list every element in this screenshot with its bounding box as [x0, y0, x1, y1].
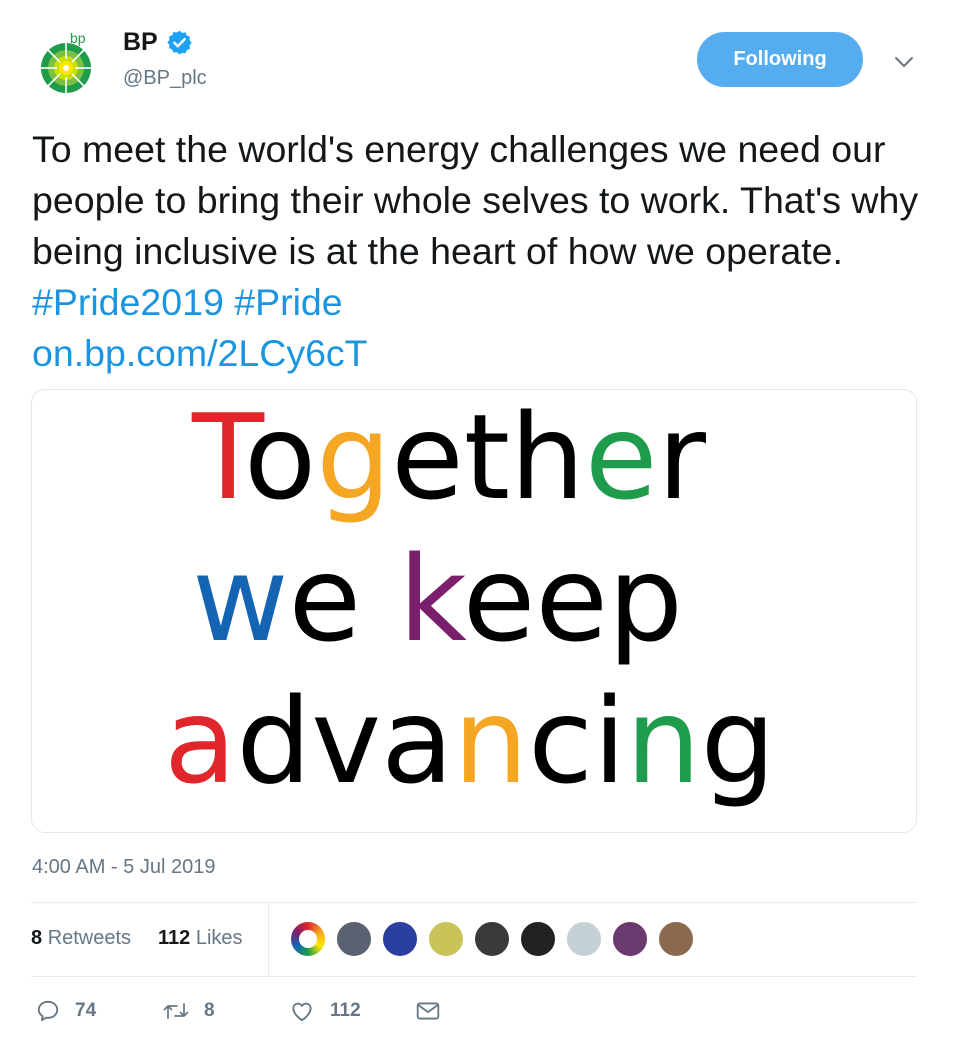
graphic-letter: w: [192, 530, 289, 668]
graphic-letter: g: [701, 672, 776, 810]
retweet-button[interactable]: 8: [162, 998, 215, 1024]
graphic-letter: h: [510, 390, 585, 526]
graphic-letter: p: [608, 530, 683, 668]
graphic-letter: r: [657, 390, 706, 526]
likes-label: Likes: [195, 927, 243, 949]
pride-graphic: Together we keep advancing: [164, 390, 776, 810]
eu-flag-avatar[interactable]: [381, 920, 419, 958]
retweets-count: 8: [31, 927, 43, 949]
tweet-actions: 74 8 112: [31, 990, 917, 1036]
graphic-letter: a: [164, 672, 236, 810]
retweet-icon: [163, 1003, 189, 1019]
tweet-header: bp BP @BP_plc Following: [0, 0, 962, 120]
graphic-letter: i: [593, 672, 626, 810]
like-count: 112: [330, 1000, 361, 1021]
tweet-body: To meet the world's energy challenges we…: [32, 128, 919, 272]
logo-text: bp: [70, 30, 86, 46]
rainbow-ring-avatar[interactable]: [289, 920, 327, 958]
tweet-stats: 8 Retweets 112 Likes: [31, 903, 917, 976]
graphic-letter: e: [289, 530, 362, 668]
crowd-avatar[interactable]: [611, 920, 649, 958]
retweet-count: 8: [204, 1000, 215, 1021]
default-avatar[interactable]: [565, 920, 603, 958]
graphic-letter: k: [399, 530, 467, 668]
retweets-stat[interactable]: 8 Retweets: [31, 927, 131, 950]
graphic-line-advancing: advancing: [164, 672, 776, 810]
divider: [31, 976, 917, 977]
reply-count: 74: [75, 1000, 97, 1021]
graphic-letter: e: [391, 390, 464, 526]
tweet-timestamp[interactable]: 4:00 AM - 5 Jul 2019: [32, 856, 215, 879]
graphic-letter: e: [535, 530, 608, 668]
display-name[interactable]: BP: [123, 28, 158, 57]
following-button[interactable]: Following: [697, 32, 863, 87]
graphic-letter: e: [585, 390, 658, 526]
graphic-letter: g: [316, 390, 391, 526]
graphic-letter: d: [236, 672, 311, 810]
graphic-letter: a: [381, 672, 453, 810]
like-button[interactable]: 112: [288, 998, 361, 1024]
graphic-letter: e: [463, 530, 536, 668]
bp-logo-avatar[interactable]: bp: [36, 28, 96, 94]
tweet-text: To meet the world's energy challenges we…: [32, 124, 932, 379]
heart-icon: [292, 1002, 312, 1022]
direct-message-button[interactable]: [414, 998, 442, 1024]
tweet-link[interactable]: on.bp.com/2LCy6cT: [32, 332, 368, 374]
user-handle[interactable]: @BP_plc: [123, 67, 207, 90]
graphic-letter: c: [528, 672, 593, 810]
chevron-down-icon[interactable]: [890, 50, 918, 74]
graphic-letter: o: [244, 390, 316, 526]
tweet-image[interactable]: Together we keep advancing: [31, 389, 917, 833]
envelope-icon: [416, 1002, 440, 1020]
graphic-line-we-keep: we keep: [192, 530, 683, 668]
couple-avatar[interactable]: [657, 920, 695, 958]
person-avatar[interactable]: [335, 920, 373, 958]
retweets-label: Retweets: [47, 927, 132, 949]
likes-stat[interactable]: 112 Likes: [158, 927, 243, 950]
avatar-center: [299, 930, 317, 948]
hashtag-pride2019[interactable]: #Pride2019: [32, 281, 224, 323]
graphic-letter: [361, 530, 399, 668]
group-avatar[interactable]: [473, 920, 511, 958]
graphic-letter: t: [464, 390, 510, 526]
verified-badge-icon: [166, 29, 193, 56]
stats-separator: [268, 903, 269, 976]
graphic-letter: n: [626, 672, 701, 810]
cartoon-avatar[interactable]: [519, 920, 557, 958]
reply-icon: [37, 1000, 59, 1022]
hashtag-pride[interactable]: #Pride: [234, 281, 342, 323]
graphic-letter: v: [311, 672, 381, 810]
graphic-letter: n: [453, 672, 528, 810]
tree-avatar[interactable]: [427, 920, 465, 958]
graphic-line-together: Together: [191, 390, 706, 526]
likes-count: 112: [158, 927, 191, 949]
reply-button[interactable]: 74: [35, 998, 96, 1024]
